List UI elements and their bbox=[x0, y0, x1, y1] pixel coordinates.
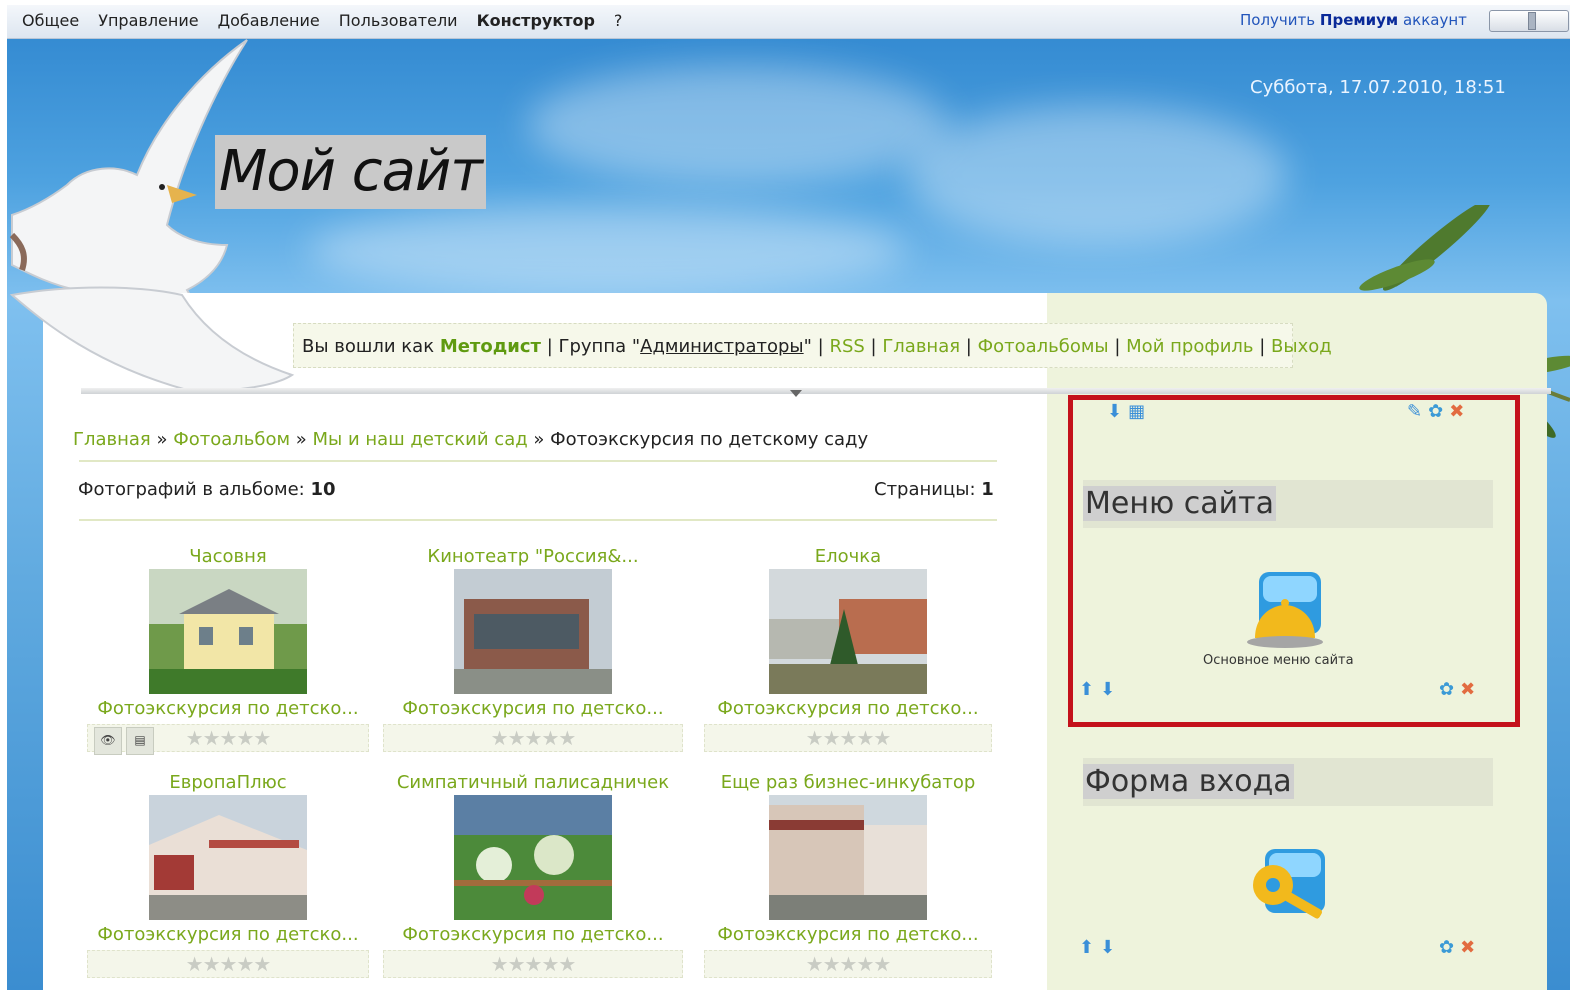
admin-toolbar: Общее Управление Добавление Пользователи… bbox=[7, 5, 1570, 39]
slider-knob[interactable] bbox=[1528, 12, 1536, 30]
photo-card: Симпатичный палисадничек Фотоэкскурсия п… bbox=[383, 771, 683, 978]
divider bbox=[79, 519, 997, 521]
dove-wing-icon bbox=[9, 286, 295, 392]
photo-title[interactable]: Часовня bbox=[78, 545, 378, 569]
toolbar-slider[interactable] bbox=[1489, 10, 1569, 32]
admin-menu: Общее Управление Добавление Пользователи… bbox=[22, 11, 641, 30]
menu-help[interactable]: ? bbox=[614, 11, 623, 30]
photo-thumbnail-europaplus[interactable] bbox=[149, 795, 307, 920]
rss-link[interactable]: RSS bbox=[829, 336, 864, 357]
photo-thumbnail-incubator[interactable] bbox=[769, 795, 927, 920]
login-key-icon[interactable] bbox=[1245, 845, 1335, 930]
breadcrumb-album[interactable]: Мы и наш детский сад bbox=[313, 429, 528, 450]
logout-link[interactable]: Выход bbox=[1271, 336, 1332, 357]
gear-icon[interactable]: ✿ bbox=[1439, 937, 1454, 958]
photo-count: Фотографий в альбоме: 10 bbox=[78, 479, 336, 500]
photo-description[interactable]: Фотоэкскурсия по детско... bbox=[78, 694, 378, 724]
rating-bar: ★★★★★ bbox=[704, 950, 992, 978]
rating-bar: ★★★★★ bbox=[383, 950, 683, 978]
arrow-up-icon[interactable]: ⬆ bbox=[1079, 937, 1094, 958]
photo-card: ЕвропаПлюс Фотоэкскурсия по детско... ★★… bbox=[78, 771, 378, 978]
user-bar: Вы вошли как Методист | Группа "Админист… bbox=[293, 323, 1332, 368]
login-block-move-controls: ⬆ ⬇ bbox=[1079, 937, 1115, 958]
photo-title[interactable]: ЕвропаПлюс bbox=[78, 771, 378, 795]
photo-description[interactable]: Фотоэкскурсия по детско... bbox=[383, 694, 683, 724]
rating-stars[interactable]: ★★★★★ bbox=[491, 726, 577, 750]
delete-icon[interactable]: ✖ bbox=[1460, 937, 1475, 958]
rating-stars[interactable]: ★★★★★ bbox=[186, 952, 272, 976]
premium-link[interactable]: Получить Премиум аккаунт bbox=[1240, 11, 1467, 29]
home-link[interactable]: Главная bbox=[882, 336, 960, 357]
login-block-settings-controls: ✿ ✖ bbox=[1439, 937, 1475, 958]
photo-description[interactable]: Фотоэкскурсия по детско... bbox=[78, 920, 378, 950]
photo-thumbnail-fir-tree[interactable] bbox=[769, 569, 927, 694]
photo-card: Елочка Фотоэкскурсия по детско... ★★★★★ bbox=[698, 545, 998, 752]
site-title[interactable]: Мой сайт bbox=[215, 135, 486, 209]
photo-thumbnail-garden[interactable] bbox=[454, 795, 612, 920]
breadcrumb: Главная » Фотоальбом » Мы и наш детский … bbox=[73, 429, 869, 450]
photo-title[interactable]: Елочка bbox=[698, 545, 998, 569]
arrow-down-icon[interactable]: ⬇ bbox=[1100, 937, 1115, 958]
rating-bar: ★★★★★ bbox=[704, 724, 992, 752]
photoalbums-link[interactable]: Фотоальбомы bbox=[978, 336, 1109, 357]
highlight-frame bbox=[1068, 395, 1520, 727]
photo-card: Кинотеатр "Россия&... Фотоэкскурсия по д… bbox=[383, 545, 683, 752]
rating-bar: ★★★★★ bbox=[383, 724, 683, 752]
photo-thumbnail-cinema[interactable] bbox=[454, 569, 612, 694]
photo-card: Еще раз бизнес-инкубатор Фотоэкскурсия п… bbox=[698, 771, 998, 978]
login-block-title: Форма входа bbox=[1083, 758, 1493, 806]
username-link[interactable]: Методист bbox=[440, 336, 541, 357]
browser-frame: Общее Управление Добавление Пользователи… bbox=[7, 5, 1570, 990]
divider bbox=[81, 388, 1551, 394]
photo-description[interactable]: Фотоэкскурсия по детско... bbox=[698, 920, 998, 950]
rating-stars[interactable]: ★★★★★ bbox=[806, 952, 892, 976]
rating-bar: 👁 ▤ ★★★★★ bbox=[87, 724, 369, 755]
rating-stars[interactable]: ★★★★★ bbox=[491, 952, 577, 976]
chevron-down-icon[interactable] bbox=[790, 390, 802, 397]
menu-users[interactable]: Пользователи bbox=[339, 11, 458, 30]
menu-general[interactable]: Общее bbox=[22, 11, 79, 30]
menu-management[interactable]: Управление bbox=[98, 11, 198, 30]
cloud-decoration bbox=[307, 205, 907, 295]
breadcrumb-current: Фотоэкскурсия по детскому саду bbox=[550, 429, 869, 450]
breadcrumb-home[interactable]: Главная bbox=[73, 429, 151, 450]
rating-stars[interactable]: ★★★★★ bbox=[186, 726, 272, 750]
breadcrumb-photoalbum[interactable]: Фотоальбом bbox=[173, 429, 290, 450]
photo-description[interactable]: Фотоэкскурсия по детско... bbox=[698, 694, 998, 724]
photo-title[interactable]: Кинотеатр "Россия&... bbox=[383, 545, 683, 569]
photo-title[interactable]: Симпатичный палисадничек bbox=[383, 771, 683, 795]
photo-actions: 👁 ▤ bbox=[94, 727, 154, 755]
divider bbox=[79, 460, 997, 462]
cloud-decoration bbox=[527, 65, 947, 185]
page-count: Страницы: 1 bbox=[874, 479, 994, 500]
rating-bar: ★★★★★ bbox=[87, 950, 369, 978]
rating-stars[interactable]: ★★★★★ bbox=[806, 726, 892, 750]
photo-card: Часовня Фотоэкскурсия по детско... 👁 ▤ ★★… bbox=[78, 545, 378, 755]
photo-description[interactable]: Фотоэкскурсия по детско... bbox=[383, 920, 683, 950]
header-date: Суббота, 17.07.2010, 18:51 bbox=[1250, 77, 1506, 98]
group-link[interactable]: Администраторы bbox=[640, 336, 803, 357]
view-icon[interactable]: 👁 bbox=[94, 727, 122, 755]
menu-constructor[interactable]: Конструктор bbox=[477, 11, 595, 30]
profile-link[interactable]: Мой профиль bbox=[1126, 336, 1253, 357]
photo-thumbnail-chapel[interactable] bbox=[149, 569, 307, 694]
details-icon[interactable]: ▤ bbox=[126, 727, 154, 755]
photo-title[interactable]: Еще раз бизнес-инкубатор bbox=[698, 771, 998, 795]
menu-add[interactable]: Добавление bbox=[218, 11, 320, 30]
